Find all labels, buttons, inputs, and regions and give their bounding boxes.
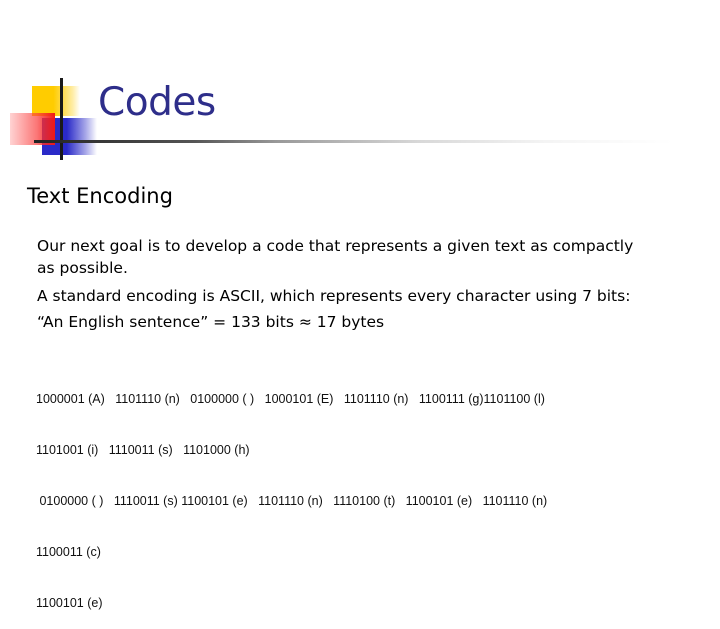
vertical-rule <box>60 78 63 160</box>
body-line: Our next goal is to develop a code that … <box>37 237 634 255</box>
slide-subtitle: Text Encoding <box>27 184 173 208</box>
code-line: 1101001 (i) 1110011 (s) 1101000 (h) <box>36 443 250 457</box>
code-line: 1000001 (A) 1101110 (n) 0100000 ( ) 1000… <box>36 392 545 406</box>
yellow-square-decoration <box>32 86 80 116</box>
body-line: “An English sentence” = 133 bits ≈ 17 by… <box>37 313 385 331</box>
body-line: as possible. <box>37 259 128 277</box>
code-line: 0100000 ( ) 1110011 (s) 1100101 (e) 1101… <box>36 494 548 508</box>
title-underline-rule <box>34 140 674 143</box>
code-line: 1100011 (c) <box>36 545 101 559</box>
ascii-code-listing: 1000001 (A) 1101110 (n) 0100000 ( ) 1000… <box>36 357 547 629</box>
body-line: A standard encoding is ASCII, which repr… <box>37 287 631 305</box>
slide-title: Codes <box>98 80 216 125</box>
code-line: 1100101 (e) <box>36 596 103 610</box>
slide-body: Our next goal is to develop a code that … <box>37 235 633 333</box>
